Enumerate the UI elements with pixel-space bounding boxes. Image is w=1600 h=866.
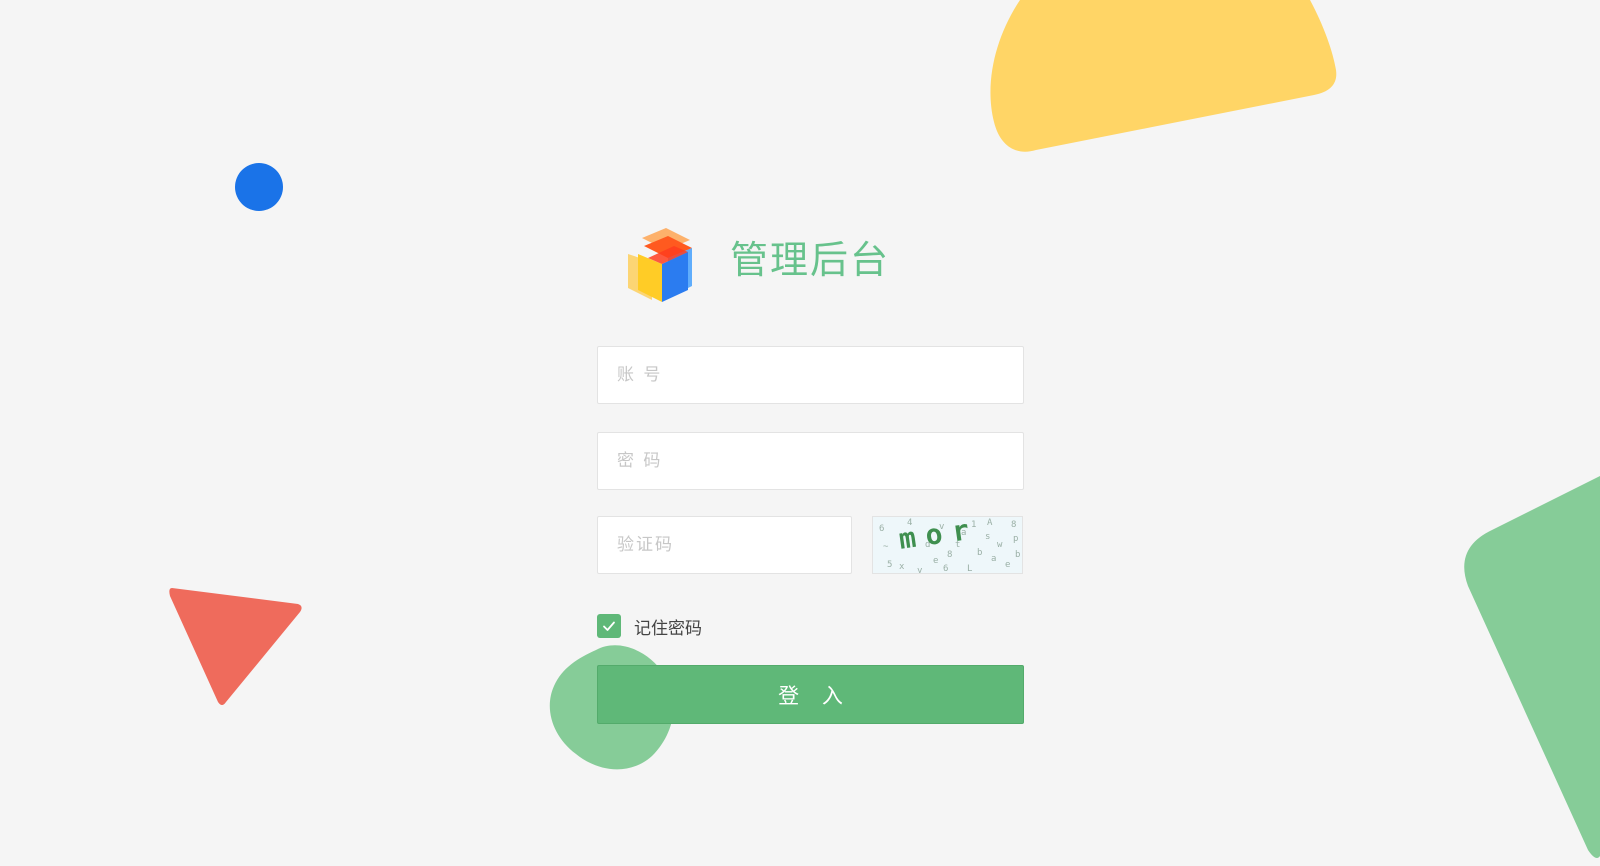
svg-text:e: e: [1005, 560, 1010, 570]
captcha-field: [597, 516, 852, 574]
svg-text:w: w: [997, 540, 1003, 550]
remember-password-toggle[interactable]: 记住密码: [597, 613, 702, 639]
password-input[interactable]: [598, 433, 1023, 489]
account-input[interactable]: [598, 347, 1023, 403]
brand-header: 管理后台: [622, 224, 922, 312]
captcha-input[interactable]: [598, 517, 851, 573]
svg-text:5: 5: [887, 560, 892, 570]
svg-text:p: p: [1013, 534, 1018, 544]
password-field: [597, 432, 1024, 490]
check-icon: [603, 621, 615, 631]
svg-text:8: 8: [1011, 520, 1016, 530]
remember-password-checkbox[interactable]: [597, 614, 621, 638]
captcha-image[interactable]: 6 ~ 5 x 4 y d e v 8 t a 1 b s A a w e 8: [872, 516, 1023, 574]
remember-password-label: 记住密码: [634, 618, 702, 639]
svg-text:x: x: [899, 562, 905, 572]
svg-text:A: A: [987, 518, 993, 528]
svg-text:8: 8: [947, 550, 952, 560]
svg-text:e: e: [933, 556, 938, 566]
svg-text:b: b: [1015, 550, 1020, 560]
login-panel: 管理后台 6 ~ 5 x 4 y d e v 8 t a 1 b: [0, 0, 1600, 866]
svg-text:6: 6: [879, 524, 884, 534]
svg-text:a: a: [991, 554, 996, 564]
svg-text:b: b: [977, 548, 982, 558]
login-button[interactable]: 登 入: [597, 665, 1024, 724]
account-field: [597, 346, 1024, 404]
svg-text:s: s: [985, 532, 990, 542]
colored-cube-logo-icon: [628, 228, 692, 302]
svg-text:L: L: [967, 564, 972, 574]
svg-text:y: y: [917, 566, 923, 574]
svg-text:6: 6: [943, 564, 948, 574]
svg-text:~: ~: [883, 542, 889, 552]
app-title: 管理后台: [730, 238, 891, 282]
